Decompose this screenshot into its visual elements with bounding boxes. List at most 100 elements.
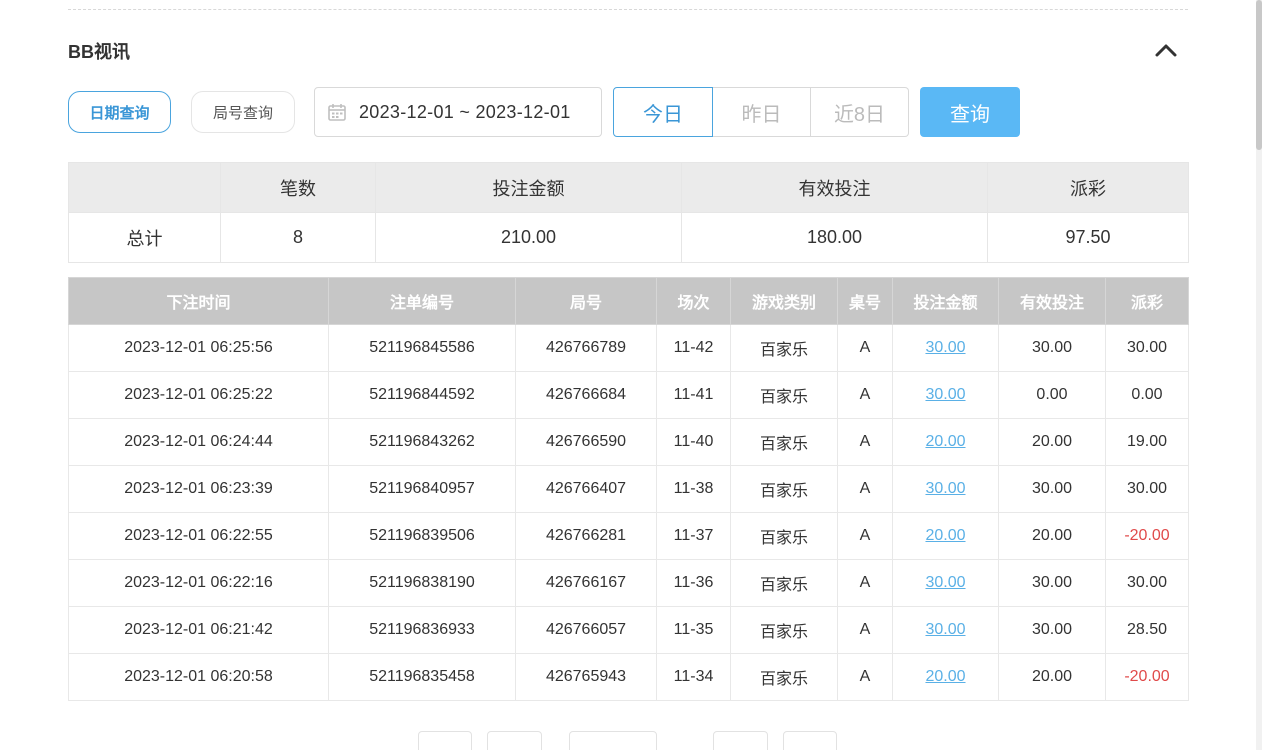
table-cell: 百家乐 — [730, 324, 838, 372]
bet-amount-link[interactable]: 30.00 — [925, 480, 965, 497]
table-row: 2023-12-01 06:22:16 521196838190 426766167… — [68, 559, 1189, 607]
quick-date-group: 今日 昨日 近8日 — [613, 87, 909, 137]
table-cell: 30.00 — [998, 606, 1106, 654]
table-cell: 521196844592 — [328, 371, 516, 419]
table-cell: 2023-12-01 06:20:58 — [68, 653, 329, 701]
page-number-input[interactable] — [569, 731, 657, 750]
table-cell: 11-37 — [656, 512, 731, 560]
table-row: 2023-12-01 06:20:58 521196835458 426765943… — [68, 653, 1189, 701]
column-header: 有效投注 — [998, 277, 1106, 325]
table-cell: 20.00 — [998, 653, 1106, 701]
table-cell: -20.00 — [1105, 653, 1189, 701]
table-cell: 11-35 — [656, 606, 731, 654]
bet-amount-link[interactable]: 30.00 — [925, 574, 965, 591]
table-cell: 20.00 — [892, 418, 999, 466]
date-range-value: 2023-12-01 ~ 2023-12-01 — [359, 101, 571, 122]
table-header-row: 下注时间 注单编号 局号 场次 游戏类别 桌号 投注金额 有效投注 派彩 — [68, 277, 1189, 325]
column-header: 下注时间 — [68, 277, 329, 325]
scrollbar-thumb[interactable] — [1256, 0, 1262, 150]
date-query-button[interactable]: 日期查询 — [68, 91, 171, 133]
column-header: 场次 — [656, 277, 731, 325]
table-cell: 百家乐 — [730, 653, 838, 701]
table-cell: 30.00 — [998, 324, 1106, 372]
table-cell: 30.00 — [1105, 559, 1189, 607]
table-cell: 百家乐 — [730, 418, 838, 466]
column-header: 游戏类别 — [730, 277, 838, 325]
last-8-days-button[interactable]: 近8日 — [811, 87, 909, 137]
table-cell: 2023-12-01 06:25:22 — [68, 371, 329, 419]
table-row: 2023-12-01 06:25:56 521196845586 426766789… — [68, 324, 1189, 372]
last-page-button[interactable] — [783, 731, 837, 750]
summary-header-cell — [68, 162, 221, 213]
prev-page-button[interactable] — [487, 731, 542, 750]
table-cell: 20.00 — [892, 653, 999, 701]
records-body: 2023-12-01 06:25:56 521196845586 426766789… — [68, 324, 1189, 701]
table-cell: A — [837, 465, 893, 513]
table-cell: 0.00 — [998, 371, 1106, 419]
table-cell: 11-42 — [656, 324, 731, 372]
bet-amount-link[interactable]: 30.00 — [925, 339, 965, 356]
table-cell: 426766407 — [515, 465, 657, 513]
table-cell: 426766057 — [515, 606, 657, 654]
table-cell: 11-34 — [656, 653, 731, 701]
next-page-button[interactable] — [713, 731, 768, 750]
table-cell: 426766590 — [515, 418, 657, 466]
table-cell: 30.00 — [892, 465, 999, 513]
table-cell: 2023-12-01 06:24:44 — [68, 418, 329, 466]
summary-header-cell: 投注金额 — [375, 162, 682, 213]
summary-header-cell: 派彩 — [987, 162, 1189, 213]
table-cell: 30.00 — [892, 371, 999, 419]
bet-amount-link[interactable]: 20.00 — [925, 668, 965, 685]
table-cell: 426766684 — [515, 371, 657, 419]
table-cell: 百家乐 — [730, 371, 838, 419]
table-cell: 11-41 — [656, 371, 731, 419]
today-button[interactable]: 今日 — [613, 87, 713, 137]
table-row: 2023-12-01 06:24:44 521196843262 426766590… — [68, 418, 1189, 466]
table-row: 2023-12-01 06:21:42 521196836933 426766057… — [68, 606, 1189, 654]
bet-amount-link[interactable]: 20.00 — [925, 527, 965, 544]
table-cell: 11-40 — [656, 418, 731, 466]
table-cell: 521196836933 — [328, 606, 516, 654]
table-row: 2023-12-01 06:25:22 521196844592 426766684… — [68, 371, 1189, 419]
bet-amount-link[interactable]: 30.00 — [925, 621, 965, 638]
table-cell: 0.00 — [1105, 371, 1189, 419]
bet-amount-link[interactable]: 30.00 — [925, 386, 965, 403]
summary-header-row: 笔数 投注金额 有效投注 派彩 — [68, 162, 1189, 213]
table-cell: 11-36 — [656, 559, 731, 607]
table-cell: 30.00 — [998, 465, 1106, 513]
table-cell: 521196840957 — [328, 465, 516, 513]
table-cell: A — [837, 418, 893, 466]
summary-header-cell: 笔数 — [220, 162, 376, 213]
summary-cell: 97.50 — [987, 212, 1189, 263]
chevron-up-icon — [1155, 44, 1177, 57]
bet-amount-link[interactable]: 20.00 — [925, 433, 965, 450]
table-cell: 426766281 — [515, 512, 657, 560]
table-cell: 30.00 — [998, 559, 1106, 607]
yesterday-button[interactable]: 昨日 — [713, 87, 811, 137]
page-scrollbar[interactable] — [1256, 0, 1262, 750]
collapse-button[interactable] — [1152, 36, 1180, 64]
table-cell: 28.50 — [1105, 606, 1189, 654]
table-cell: 521196838190 — [328, 559, 516, 607]
table-cell: 30.00 — [892, 324, 999, 372]
table-cell: 521196843262 — [328, 418, 516, 466]
query-button[interactable]: 查询 — [920, 87, 1020, 137]
table-cell: 521196839506 — [328, 512, 516, 560]
summary-cell: 180.00 — [681, 212, 988, 263]
table-cell: 2023-12-01 06:25:56 — [68, 324, 329, 372]
top-divider — [68, 9, 1188, 10]
round-query-button[interactable]: 局号查询 — [191, 91, 295, 133]
table-cell: A — [837, 653, 893, 701]
table-cell: A — [837, 606, 893, 654]
table-cell: 百家乐 — [730, 559, 838, 607]
table-cell: 30.00 — [892, 606, 999, 654]
table-cell: 426766167 — [515, 559, 657, 607]
table-row: 2023-12-01 06:22:55 521196839506 426766281… — [68, 512, 1189, 560]
table-cell: 2023-12-01 06:22:16 — [68, 559, 329, 607]
table-cell: 30.00 — [1105, 324, 1189, 372]
table-cell: 521196845586 — [328, 324, 516, 372]
summary-total-row: 总计 8 210.00 180.00 97.50 — [68, 212, 1189, 263]
date-range-picker[interactable]: 2023-12-01 ~ 2023-12-01 — [314, 87, 602, 137]
first-page-button[interactable] — [418, 731, 472, 750]
summary-header-cell: 有效投注 — [681, 162, 988, 213]
